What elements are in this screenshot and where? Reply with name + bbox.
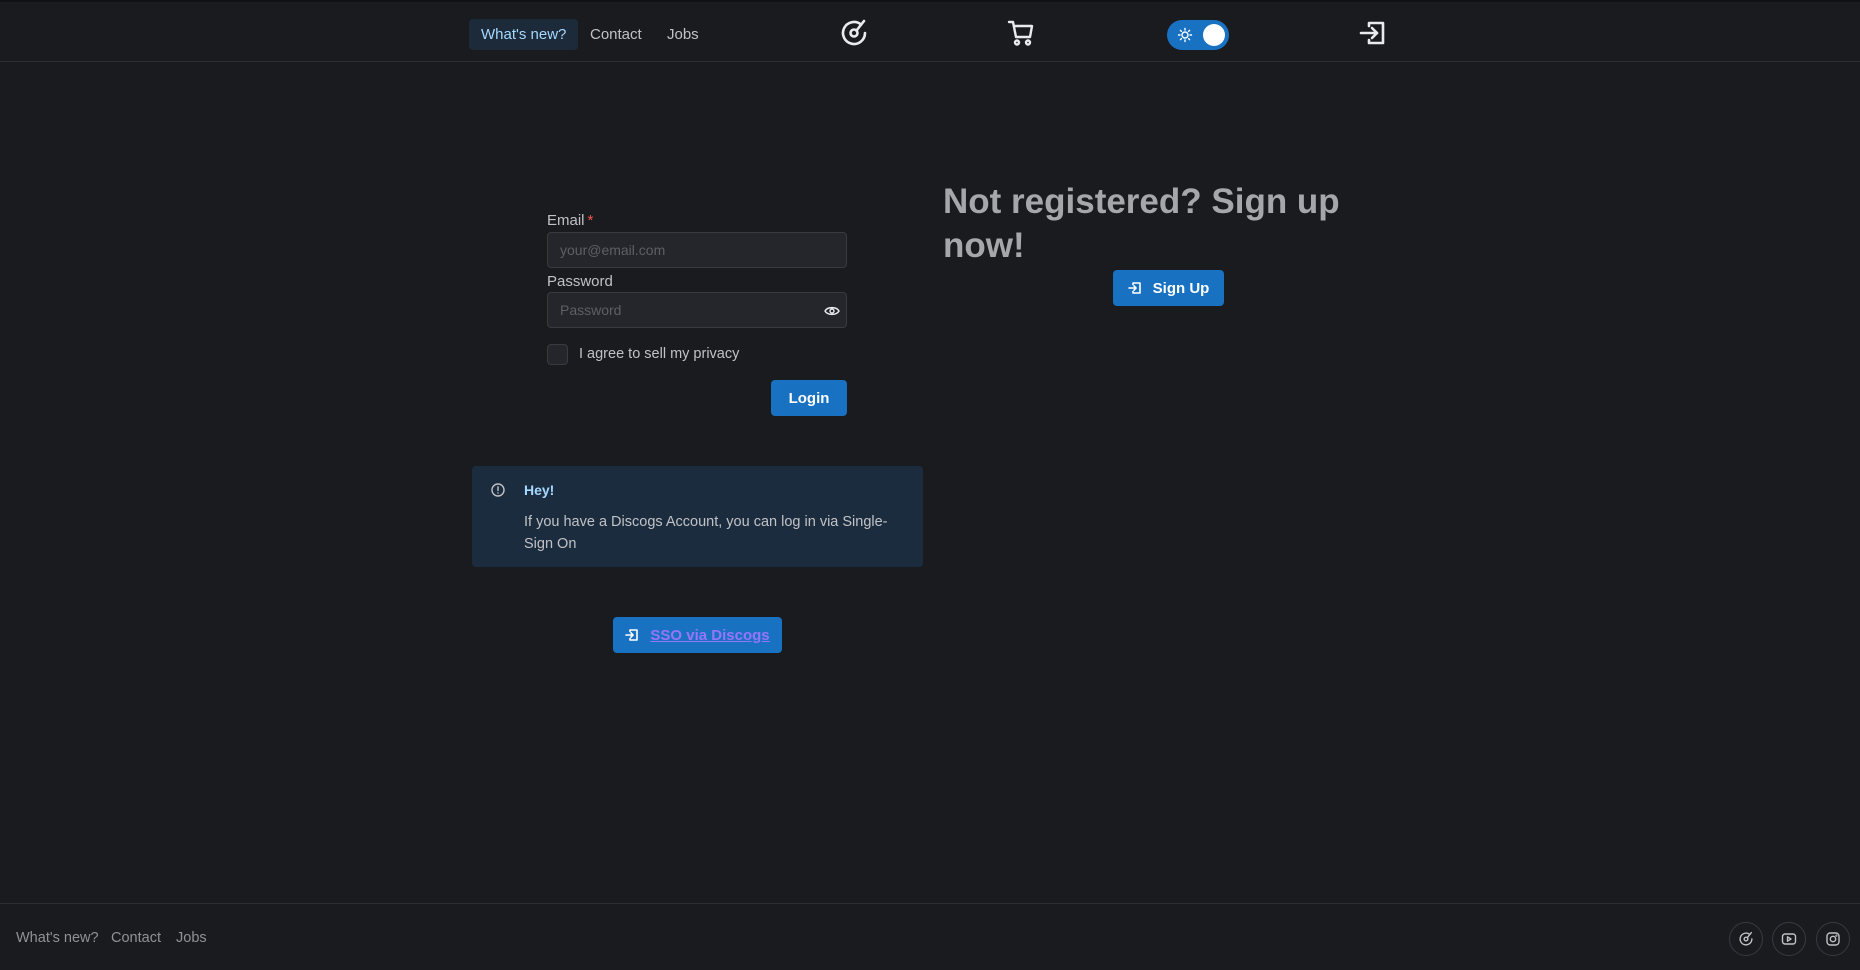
cart-icon[interactable] [1004,16,1038,50]
password-field[interactable] [547,292,847,328]
youtube-icon[interactable] [1772,922,1806,956]
privacy-checkbox[interactable] [547,344,568,365]
login-icon [1127,282,1141,294]
email-label-text: Email [547,212,585,229]
nav-contact[interactable]: Contact [578,19,654,50]
footer-link-jobs[interactable]: Jobs [176,930,207,946]
top-header: What's new? Contact Jobs [0,0,1860,62]
nav-jobs[interactable]: Jobs [655,19,711,50]
show-password-icon[interactable] [822,303,842,319]
signup-button[interactable]: Sign Up [1113,270,1224,306]
nav-whats-new[interactable]: What's new? [469,19,579,50]
logo-icon[interactable] [837,16,871,50]
login-icon[interactable] [1356,16,1390,50]
info-alert: Hey! If you have a Discogs Account, you … [472,466,923,567]
password-label: Password [547,273,613,290]
privacy-checkbox-label: I agree to sell my privacy [579,346,740,362]
email-field[interactable] [547,232,847,268]
alert-title: Hey! [524,482,555,498]
instagram-icon[interactable] [1816,922,1850,956]
theme-toggle[interactable] [1167,20,1229,50]
footer-logo-icon[interactable] [1729,922,1763,956]
signup-heading: Not registered? Sign up now! [943,182,1340,265]
sso-button-label: SSO via Discogs [650,626,770,644]
login-button-label: Login [788,389,830,407]
footer-link-whats-new[interactable]: What's new? [16,930,99,946]
required-mark: * [587,212,594,229]
signup-button-label: Sign Up [1152,279,1210,297]
login-button[interactable]: Login [771,380,847,416]
alert-body: If you have a Discogs Account, you can l… [524,514,888,552]
sun-icon [1177,27,1193,48]
sso-discogs-button[interactable]: SSO via Discogs [613,617,782,653]
toggle-knob [1203,24,1225,46]
email-label: Email * [547,212,593,229]
login-icon [625,629,639,641]
footer: What's new? Contact Jobs [0,903,1860,970]
footer-link-contact[interactable]: Contact [111,930,161,946]
info-circle-icon [490,482,506,503]
